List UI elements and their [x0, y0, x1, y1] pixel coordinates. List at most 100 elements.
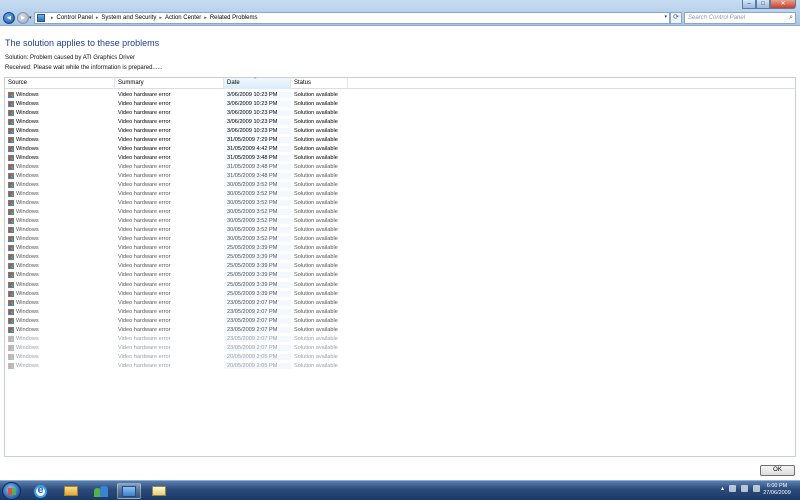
status-cell: Solution available	[294, 191, 338, 198]
breadcrumb-separator-icon[interactable]: ▸	[159, 15, 162, 21]
control-panel-icon	[122, 485, 136, 497]
source-cell: Windows	[5, 172, 115, 179]
table-row[interactable]: Windows Video hardware error 25/05/2009 3:…	[5, 244, 795, 253]
windows-flag-icon	[8, 353, 14, 360]
source-cell: Windows	[5, 335, 115, 342]
breadcrumb-control-panel[interactable]: Control Panel	[57, 15, 93, 21]
table-row[interactable]: Windows Video hardware error 25/05/2009 3:…	[5, 253, 795, 262]
windows-flag-icon	[8, 362, 14, 369]
search-input[interactable]: Search Control Panel ⌕	[684, 12, 796, 24]
ok-button[interactable]: OK	[760, 465, 795, 476]
taskbar-control-panel[interactable]	[117, 483, 141, 499]
address-bar[interactable]: ▸ Control Panel ▸ System and Security ▸ …	[34, 12, 670, 24]
table-row[interactable]: Windows Video hardware error 31/05/2009 3:…	[5, 162, 795, 171]
taskbar-internet-explorer[interactable]	[28, 483, 52, 499]
date-cell: 23/05/2009 2:07 PM	[224, 299, 291, 306]
date-cell: 31/05/2009 3:48 PM	[224, 154, 291, 161]
recent-pages-dropdown[interactable]: ▾	[29, 15, 32, 21]
taskbar-mail[interactable]	[147, 483, 171, 499]
control-panel-icon	[37, 14, 45, 22]
windows-flag-icon	[8, 335, 14, 342]
table-row[interactable]: Windows Video hardware error 31/05/2009 7:…	[5, 135, 795, 144]
status-cell: Solution available	[294, 118, 338, 125]
source-value: Windows	[16, 335, 39, 342]
table-row[interactable]: Windows Video hardware error 30/05/2009 3:…	[5, 235, 795, 244]
source-value: Windows	[16, 272, 39, 279]
minimize-button[interactable]: –	[742, 0, 756, 9]
source-cell: Windows	[5, 118, 115, 125]
table-row[interactable]: Windows Video hardware error 25/05/2009 3:…	[5, 280, 795, 289]
status-cell: Solution available	[294, 362, 338, 369]
window-controls: – □ ✕	[742, 0, 796, 9]
table-row[interactable]: Windows Video hardware error 30/05/2009 3:…	[5, 217, 795, 226]
source-value: Windows	[16, 209, 39, 216]
table-row[interactable]: Windows Video hardware error 31/05/2009 3:…	[5, 171, 795, 180]
status-cell: Solution available	[294, 227, 338, 234]
date-cell: 23/05/2009 2:07 PM	[224, 335, 291, 342]
table-row[interactable]: Windows Video hardware error 20/05/2009 2:…	[5, 361, 795, 370]
breadcrumb-separator-icon[interactable]: ▸	[204, 15, 207, 21]
table-row[interactable]: Windows Video hardware error 23/05/2009 2:…	[5, 316, 795, 325]
status-cell: Solution available	[294, 236, 338, 243]
volume-icon[interactable]	[753, 485, 760, 492]
search-icon[interactable]: ⌕	[789, 13, 793, 23]
table-row[interactable]: Windows Video hardware error 3/06/2009 10:…	[5, 90, 795, 99]
taskbar-people[interactable]	[89, 483, 113, 499]
address-dropdown-icon[interactable]: ▾	[664, 14, 667, 20]
windows-flag-icon	[8, 127, 14, 134]
table-row[interactable]: Windows Video hardware error 30/05/2009 3:…	[5, 199, 795, 208]
table-row[interactable]: Windows Video hardware error 3/06/2009 10:…	[5, 108, 795, 117]
table-row[interactable]: Windows Video hardware error 30/05/2009 3:…	[5, 190, 795, 199]
column-header-status[interactable]: Status	[291, 78, 348, 89]
refresh-button[interactable]: ⟳	[670, 12, 682, 24]
clock[interactable]: 6:00 PM 27/06/2009	[760, 483, 794, 497]
table-row[interactable]: Windows Video hardware error 30/05/2009 3:…	[5, 208, 795, 217]
table-row[interactable]: Windows Video hardware error 20/05/2009 2:…	[5, 352, 795, 361]
breadcrumb-system-and-security[interactable]: System and Security	[101, 15, 156, 21]
table-row[interactable]: Windows Video hardware error 31/05/2009 3:…	[5, 153, 795, 162]
table-row[interactable]: Windows Video hardware error 30/05/2009 3:…	[5, 226, 795, 235]
table-row[interactable]: Windows Video hardware error 30/05/2009 3:…	[5, 180, 795, 189]
column-header-source[interactable]: Source	[5, 78, 115, 89]
column-header-date[interactable]: ^ Date	[224, 77, 291, 89]
summary-cell: Video hardware error	[118, 290, 171, 297]
windows-flag-icon	[8, 145, 14, 152]
breadcrumb-action-center[interactable]: Action Center	[165, 15, 201, 21]
taskbar-explorer[interactable]	[59, 483, 83, 499]
show-hidden-icons-icon[interactable]: ▴	[721, 485, 724, 492]
table-row[interactable]: Windows Video hardware error 23/05/2009 2:…	[5, 298, 795, 307]
date-cell: 30/05/2009 3:52 PM	[224, 209, 291, 216]
date-cell: 25/05/2009 3:39 PM	[224, 245, 291, 252]
breadcrumb-separator-icon[interactable]: ▸	[51, 15, 54, 21]
date-cell: 3/06/2009 10:23 PM	[224, 118, 291, 125]
table-row[interactable]: Windows Video hardware error 25/05/2009 3:…	[5, 271, 795, 280]
source-value: Windows	[16, 281, 39, 288]
table-row[interactable]: Windows Video hardware error 23/05/2009 2:…	[5, 334, 795, 343]
summary-cell: Video hardware error	[118, 218, 171, 225]
summary-cell: Video hardware error	[118, 181, 171, 188]
table-row[interactable]: Windows Video hardware error 31/05/2009 4:…	[5, 144, 795, 153]
network-icon[interactable]	[741, 485, 748, 492]
breadcrumb-related-problems[interactable]: Related Problems	[210, 15, 258, 21]
people-icon	[94, 485, 108, 497]
source-cell: Windows	[5, 326, 115, 333]
column-header-summary[interactable]: Summary	[115, 78, 224, 89]
table-row[interactable]: Windows Video hardware error 3/06/2009 10:…	[5, 99, 795, 108]
table-row[interactable]: Windows Video hardware error 23/05/2009 2:…	[5, 325, 795, 334]
table-row[interactable]: Windows Video hardware error 3/06/2009 10:…	[5, 126, 795, 135]
table-row[interactable]: Windows Video hardware error 25/05/2009 3:…	[5, 289, 795, 298]
start-button[interactable]	[2, 482, 21, 500]
table-row[interactable]: Windows Video hardware error 3/06/2009 10:…	[5, 117, 795, 126]
source-cell: Windows	[5, 317, 115, 324]
maximize-button[interactable]: □	[756, 0, 770, 9]
action-center-flag-icon[interactable]	[729, 485, 736, 492]
status-cell: Solution available	[294, 163, 338, 170]
windows-flag-icon	[8, 118, 14, 125]
close-button[interactable]: ✕	[770, 0, 796, 9]
forward-button[interactable]: ▸	[17, 12, 29, 24]
table-row[interactable]: Windows Video hardware error 25/05/2009 3:…	[5, 262, 795, 271]
back-button[interactable]: ◂	[3, 12, 15, 24]
table-row[interactable]: Windows Video hardware error 23/05/2009 2:…	[5, 307, 795, 316]
breadcrumb-separator-icon[interactable]: ▸	[96, 15, 99, 21]
table-row[interactable]: Windows Video hardware error 23/05/2009 2:…	[5, 343, 795, 352]
